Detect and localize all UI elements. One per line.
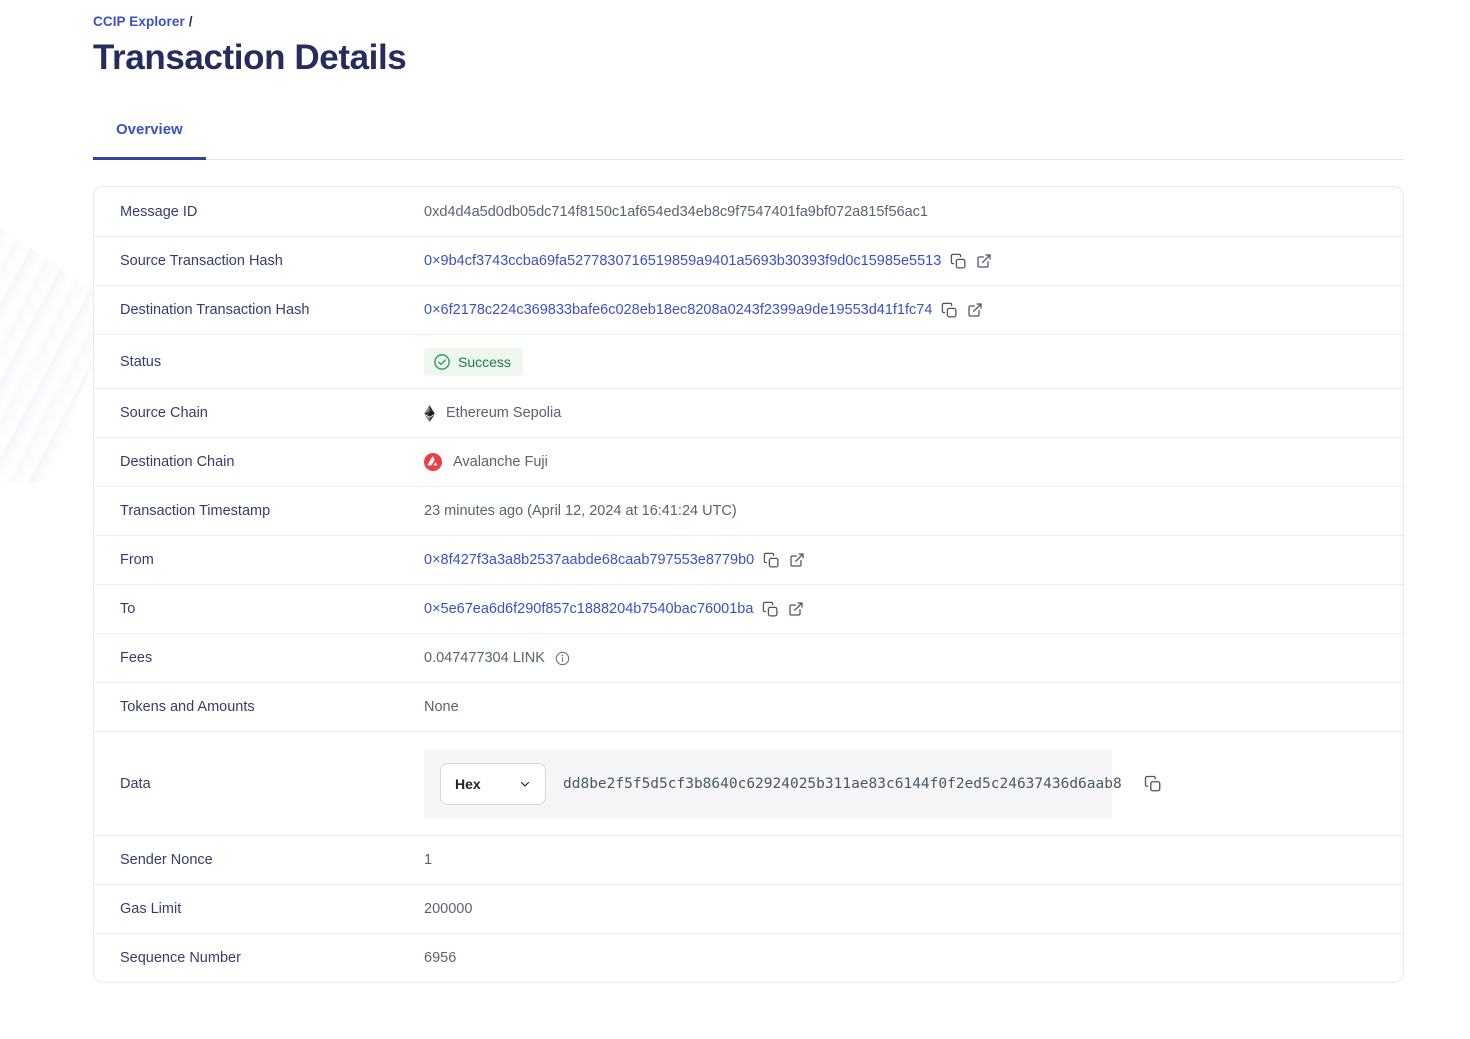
- check-circle-icon: [433, 353, 451, 371]
- dest-chain-value: Avalanche Fuji: [424, 453, 548, 471]
- main-content: CCIP Explorer / Transaction Details Over…: [93, 14, 1404, 983]
- table-row-tokens: Tokens and Amounts None: [94, 682, 1403, 731]
- status-badge-label: Success: [458, 354, 511, 370]
- source-tx-hash-link[interactable]: 0×9b4cf3743ccba69fa5277830716519859a9401…: [424, 253, 941, 269]
- external-link-icon[interactable]: [976, 253, 992, 269]
- gas-limit-value: 200000: [424, 901, 472, 917]
- tab-overview[interactable]: Overview: [93, 111, 206, 160]
- external-link-icon[interactable]: [967, 302, 983, 318]
- tokens-value: None: [424, 699, 459, 715]
- row-label: Destination Chain: [94, 454, 424, 470]
- chevron-down-icon: [519, 778, 531, 790]
- table-row-fees: Fees 0.047477304 LINK: [94, 633, 1403, 682]
- row-label: Destination Transaction Hash: [94, 302, 424, 318]
- row-label: Sequence Number: [94, 950, 424, 966]
- row-label: Transaction Timestamp: [94, 503, 424, 519]
- table-row-gas-limit: Gas Limit 200000: [94, 884, 1403, 933]
- external-link-icon[interactable]: [788, 601, 804, 617]
- row-label: From: [94, 552, 424, 568]
- source-chain-name: Ethereum Sepolia: [446, 405, 561, 421]
- table-row-message-id: Message ID 0xd4d4a5d0db05dc714f8150c1af6…: [94, 187, 1403, 236]
- breadcrumb-link-ccip-explorer[interactable]: CCIP Explorer: [93, 14, 185, 29]
- table-row-timestamp: Transaction Timestamp 23 minutes ago (Ap…: [94, 486, 1403, 535]
- row-label: Gas Limit: [94, 901, 424, 917]
- table-row-source-chain: Source Chain Ethereum Sepolia: [94, 388, 1403, 437]
- breadcrumb: CCIP Explorer /: [93, 14, 1404, 29]
- sequence-number-value: 6956: [424, 950, 456, 966]
- breadcrumb-separator: /: [189, 14, 193, 29]
- row-label: Tokens and Amounts: [94, 699, 424, 715]
- external-link-icon[interactable]: [789, 552, 805, 568]
- dest-chain-name: Avalanche Fuji: [453, 454, 548, 470]
- page-title: Transaction Details: [93, 38, 1404, 78]
- row-label: Status: [94, 354, 424, 370]
- table-row-dest-tx-hash: Destination Transaction Hash 0×6f2178c22…: [94, 285, 1403, 334]
- info-icon[interactable]: [555, 651, 570, 666]
- table-row-sender-nonce: Sender Nonce 1: [94, 835, 1403, 884]
- data-format-selected: Hex: [455, 776, 481, 792]
- copy-icon[interactable]: [762, 601, 779, 618]
- table-row-status: Status Success: [94, 334, 1403, 388]
- sender-nonce-value: 1: [424, 852, 432, 868]
- row-label: Fees: [94, 650, 424, 666]
- to-address-link[interactable]: 0×5e67ea6d6f290f857c1888204b7540bac76001…: [424, 601, 753, 617]
- copy-icon[interactable]: [1144, 775, 1162, 793]
- status-badge: Success: [424, 348, 523, 376]
- table-row-dest-chain: Destination Chain Avalanche Fuji: [94, 437, 1403, 486]
- copy-icon[interactable]: [941, 302, 958, 319]
- avalanche-icon: [424, 453, 442, 471]
- from-address-link[interactable]: 0×8f427f3a3a8b2537aabde68caab797553e8779…: [424, 552, 754, 568]
- table-row-data: Data Hex dd8be2f5f5d5cf3b8640c62924025b3…: [94, 731, 1403, 835]
- fees-value: 0.047477304 LINK: [424, 650, 545, 666]
- row-label: Sender Nonce: [94, 852, 424, 868]
- data-hex-box: Hex dd8be2f5f5d5cf3b8640c62924025b311ae8…: [424, 749, 1112, 819]
- row-label: Message ID: [94, 204, 424, 220]
- row-label: Source Transaction Hash: [94, 253, 424, 269]
- ethereum-icon: [424, 405, 435, 422]
- row-label: Data: [94, 776, 424, 792]
- table-row-from: From 0×8f427f3a3a8b2537aabde68caab797553…: [94, 535, 1403, 584]
- transaction-detail-table: Message ID 0xd4d4a5d0db05dc714f8150c1af6…: [93, 186, 1404, 983]
- copy-icon[interactable]: [763, 552, 780, 569]
- row-label: To: [94, 601, 424, 617]
- tab-bar: Overview: [93, 111, 1404, 160]
- table-row-to: To 0×5e67ea6d6f290f857c1888204b7540bac76…: [94, 584, 1403, 633]
- message-id-value: 0xd4d4a5d0db05dc714f8150c1af654ed34eb8c9…: [424, 204, 928, 220]
- copy-icon[interactable]: [950, 253, 967, 270]
- row-label: Source Chain: [94, 405, 424, 421]
- data-hex-value: dd8be2f5f5d5cf3b8640c62924025b311ae83c61…: [563, 776, 1122, 792]
- timestamp-value: 23 minutes ago (April 12, 2024 at 16:41:…: [424, 503, 737, 519]
- data-format-select[interactable]: Hex: [440, 763, 546, 805]
- source-chain-value: Ethereum Sepolia: [424, 405, 561, 422]
- table-row-sequence-number: Sequence Number 6956: [94, 933, 1403, 982]
- table-row-source-tx-hash: Source Transaction Hash 0×9b4cf3743ccba6…: [94, 236, 1403, 285]
- dest-tx-hash-link[interactable]: 0×6f2178c224c369833bafe6c028eb18ec8208a0…: [424, 302, 932, 318]
